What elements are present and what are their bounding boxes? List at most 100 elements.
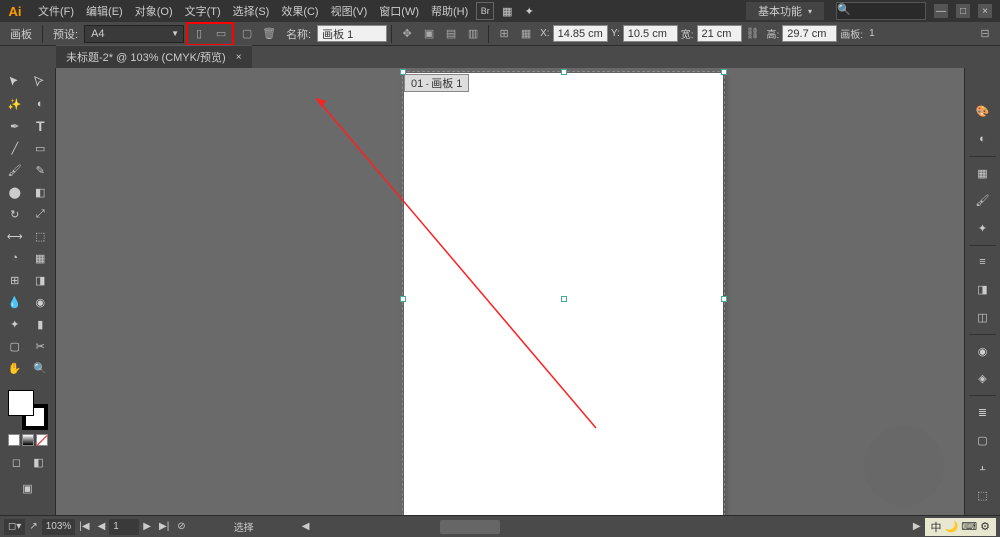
delete-artboard-icon[interactable]: 🗑 xyxy=(259,24,279,44)
selection-tool-icon[interactable] xyxy=(3,71,27,93)
view-mode-dropdown[interactable]: ◻▾ xyxy=(4,519,25,535)
x-input[interactable]: 14.85 cm xyxy=(553,25,608,42)
blend-tool-icon[interactable]: ◉ xyxy=(29,291,53,313)
artboard-tool-icon[interactable]: ▢ xyxy=(3,335,27,357)
arrange-documents-icon[interactable]: ▦ xyxy=(498,2,516,20)
menu-file[interactable]: 文件(F) xyxy=(32,3,80,19)
artboards-panel-icon[interactable]: ▢ xyxy=(969,429,997,452)
menu-effect[interactable]: 效果(C) xyxy=(275,3,324,19)
draw-normal-icon[interactable]: ◻ xyxy=(8,453,26,471)
transparency-panel-icon[interactable]: ◫ xyxy=(969,305,997,328)
width-input[interactable]: 21 cm xyxy=(697,25,742,42)
menu-view[interactable]: 视图(V) xyxy=(325,3,374,19)
minimize-button[interactable]: — xyxy=(934,4,948,18)
portrait-orientation-icon[interactable]: ▯ xyxy=(189,24,209,44)
zoom-tool-icon[interactable]: 🔍 xyxy=(29,357,53,379)
scroll-right-icon[interactable]: ▶ xyxy=(909,521,925,532)
nav-cancel-icon[interactable]: ⊘ xyxy=(173,521,189,532)
free-transform-tool-icon[interactable]: ⬚ xyxy=(29,225,53,247)
export-icon[interactable]: ↗ xyxy=(25,521,41,532)
maximize-button[interactable]: □ xyxy=(956,4,970,18)
width-tool-icon[interactable]: ⟷ xyxy=(3,225,27,247)
shape-builder-tool-icon[interactable]: ◔ xyxy=(3,247,27,269)
nav-next-icon[interactable]: ▶ xyxy=(139,521,155,532)
lasso-tool-icon[interactable]: ◐ xyxy=(29,93,53,115)
option-icon[interactable]: ▣ xyxy=(419,24,439,44)
swatches-panel-icon[interactable]: ▦ xyxy=(969,162,997,185)
y-input[interactable]: 10.5 cm xyxy=(623,25,678,42)
landscape-orientation-icon[interactable]: ▭ xyxy=(211,24,231,44)
bridge-icon[interactable]: Br xyxy=(476,2,494,20)
color-mode-none[interactable] xyxy=(36,434,48,446)
option3-icon[interactable]: ▥ xyxy=(463,24,483,44)
direct-selection-tool-icon[interactable] xyxy=(29,71,53,93)
eraser-tool-icon[interactable]: ◧ xyxy=(29,181,53,203)
fill-stroke-swatch[interactable] xyxy=(8,390,48,430)
line-tool-icon[interactable]: ╱ xyxy=(3,137,27,159)
nav-last-icon[interactable]: ▶| xyxy=(155,521,173,532)
new-artboard-icon[interactable]: ▢ xyxy=(237,24,257,44)
ime-indicator[interactable]: 中🌙⌨⚙ xyxy=(925,518,996,536)
perspective-grid-tool-icon[interactable]: ▦ xyxy=(29,247,53,269)
transform-panel-icon[interactable]: ⬚ xyxy=(969,483,997,506)
menu-window[interactable]: 窗口(W) xyxy=(373,3,425,19)
screen-mode-icon[interactable]: ▣ xyxy=(19,479,37,497)
menu-edit[interactable]: 编辑(E) xyxy=(80,3,129,19)
reference-point-icon[interactable]: ⊞ xyxy=(494,24,514,44)
scroll-left-icon[interactable]: ◀ xyxy=(298,521,314,532)
layers-panel-icon[interactable]: ≣ xyxy=(969,401,997,424)
mesh-tool-icon[interactable]: ⊞ xyxy=(3,269,27,291)
canvas-viewport[interactable]: 01 - 画板 1 xyxy=(56,68,964,536)
graphic-styles-panel-icon[interactable]: ◈ xyxy=(969,367,997,390)
pencil-tool-icon[interactable]: ✎ xyxy=(29,159,53,181)
eyedropper-tool-icon[interactable]: 💧 xyxy=(3,291,27,313)
magic-wand-tool-icon[interactable]: ✨ xyxy=(3,93,27,115)
height-input[interactable]: 29.7 cm xyxy=(782,25,837,42)
menu-select[interactable]: 选择(S) xyxy=(227,3,276,19)
horizontal-scrollbar[interactable] xyxy=(440,520,500,534)
symbols-panel-icon[interactable]: ✦ xyxy=(969,216,997,239)
brushes-panel-icon[interactable]: 🖌 xyxy=(969,189,997,212)
document-tab[interactable]: 未标题-2* @ 103% (CMYK/预览) × xyxy=(56,45,252,68)
menu-help[interactable]: 帮助(H) xyxy=(425,3,474,19)
menu-type[interactable]: 文字(T) xyxy=(179,3,227,19)
preset-dropdown[interactable]: A4 xyxy=(84,25,184,43)
color-panel-icon[interactable]: 🎨 xyxy=(969,100,997,123)
close-button[interactable]: × xyxy=(978,4,992,18)
gpu-icon[interactable]: ✦ xyxy=(520,2,538,20)
appearance-panel-icon[interactable]: ◉ xyxy=(969,340,997,363)
fill-swatch[interactable] xyxy=(8,390,34,416)
rotate-tool-icon[interactable]: ↻ xyxy=(3,203,27,225)
zoom-dropdown[interactable]: 103% xyxy=(42,519,76,535)
grid-icon[interactable]: ▦ xyxy=(516,24,536,44)
panel-menu-icon[interactable]: ⊟ xyxy=(975,24,995,44)
option2-icon[interactable]: ▤ xyxy=(441,24,461,44)
scale-tool-icon[interactable]: ⤢ xyxy=(29,203,53,225)
move-artwork-icon[interactable]: ✥ xyxy=(397,24,417,44)
menu-object[interactable]: 对象(O) xyxy=(129,3,179,19)
rectangle-tool-icon[interactable]: ▭ xyxy=(29,137,53,159)
color-mode-gradient[interactable] xyxy=(22,434,34,446)
column-graph-tool-icon[interactable]: ▮ xyxy=(29,313,53,335)
symbol-sprayer-tool-icon[interactable]: ✦ xyxy=(3,313,27,335)
color-guide-panel-icon[interactable]: ◐ xyxy=(969,127,997,150)
color-mode-solid[interactable] xyxy=(8,434,20,446)
gradient-panel-icon[interactable]: ◨ xyxy=(969,278,997,301)
paintbrush-tool-icon[interactable]: 🖌 xyxy=(3,159,27,181)
align-panel-icon[interactable]: ⫠ xyxy=(969,456,997,479)
gradient-tool-icon[interactable]: ◨ xyxy=(29,269,53,291)
draw-behind-icon[interactable]: ◧ xyxy=(30,453,48,471)
slice-tool-icon[interactable]: ✂ xyxy=(29,335,53,357)
artboard-name-input[interactable]: 画板 1 xyxy=(317,25,387,42)
artboard-nav-input[interactable]: 1 xyxy=(109,519,139,535)
tab-close-icon[interactable]: × xyxy=(236,52,242,63)
workspace-selector[interactable]: 基本功能 ▾ xyxy=(746,2,824,20)
blob-brush-tool-icon[interactable]: ⬤ xyxy=(3,181,27,203)
search-input[interactable]: 🔍 xyxy=(836,2,926,20)
hand-tool-icon[interactable]: ✋ xyxy=(3,357,27,379)
link-icon[interactable]: ⛓ xyxy=(743,24,763,44)
pen-tool-icon[interactable]: ✒ xyxy=(3,115,27,137)
type-tool-icon[interactable]: T xyxy=(29,115,53,137)
nav-prev-icon[interactable]: ◀ xyxy=(94,521,110,532)
stroke-panel-icon[interactable]: ≡ xyxy=(969,251,997,274)
